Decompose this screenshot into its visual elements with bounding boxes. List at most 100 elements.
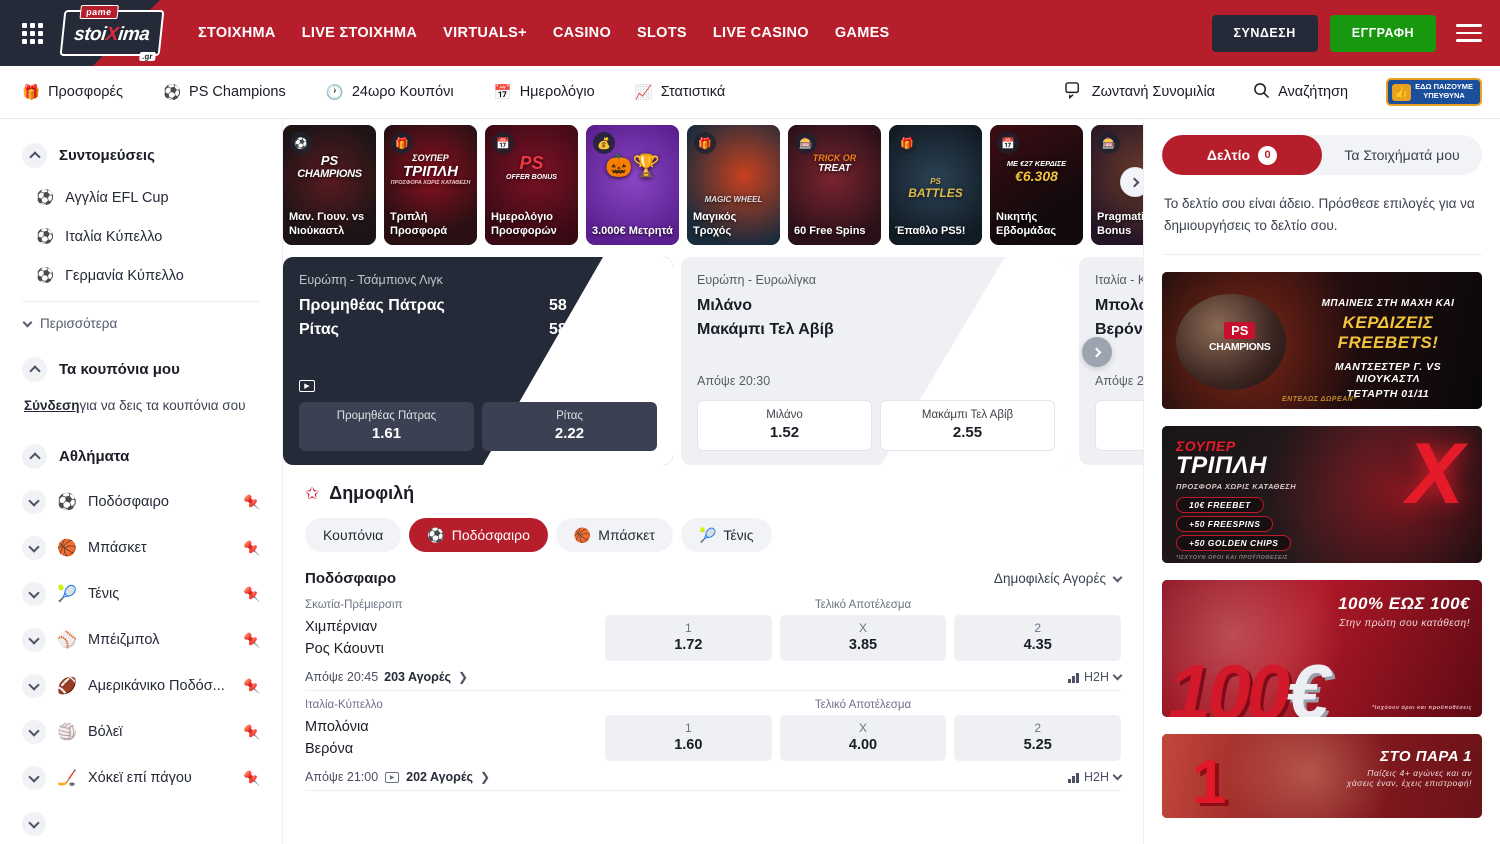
h2h-button[interactable]: H2H [1068, 770, 1121, 784]
pin-icon[interactable]: 📌 [243, 586, 260, 603]
coupons-login-link[interactable]: Σύνδεση [24, 398, 80, 413]
promo-card[interactable]: 📅 PSOFFER BONUS Ημερολόγιο Προσφορών [485, 125, 578, 245]
search-button[interactable]: Αναζήτηση [1253, 82, 1348, 103]
sidebar-item-volleyball[interactable]: 🏐 Βόλεϊ 📌 [22, 709, 260, 755]
sidebar-item-basketball[interactable]: 🏀 Μπάσκετ 📌 [22, 525, 260, 571]
tab-football[interactable]: ⚽ Ποδόσφαιρο [409, 518, 548, 552]
sidebar-item-italy-cup[interactable]: ⚽ Ιταλία Κύπελλο [22, 217, 260, 256]
promo-carousel-next-button[interactable] [1120, 167, 1143, 197]
odds-button-1[interactable]: 1 1.72 [605, 615, 772, 661]
subnav-item-offers[interactable]: 🎁 Προσφορές [22, 84, 123, 101]
tab-my-bets[interactable]: Τα Στοιχήματά μου [1322, 135, 1482, 175]
sidebar-section-shortcuts[interactable]: Συντομεύσεις [22, 143, 260, 168]
stats-bars-icon [1068, 772, 1079, 783]
chevron-down-icon[interactable] [22, 812, 46, 836]
responsible-gaming-badge[interactable]: 👍 ΕΔΩ ΠΑΙΖΟΥΜΕ ΥΠΕΥΘΥΝΑ [1386, 78, 1482, 105]
pin-icon[interactable]: 📌 [243, 494, 260, 511]
tab-betslip[interactable]: Δελτίο 0 [1162, 135, 1322, 175]
promo-card[interactable]: ⚽ PSCHAMPIONS Μαν. Γιουν. vs Νιούκαστλ [283, 125, 376, 245]
chevron-down-icon[interactable] [22, 720, 46, 744]
odds-button[interactable]: Μιλάνο 1.52 [697, 400, 872, 451]
hamburger-menu-icon[interactable] [1456, 24, 1482, 42]
sidebar-item-efl-cup[interactable]: ⚽ Αγγλία EFL Cup [22, 178, 260, 217]
promo-card[interactable]: 🎁 MAGIC WHEEL Μαγικός Τροχός [687, 125, 780, 245]
sidebar-item-germany-cup[interactable]: ⚽ Γερμανία Κύπελλο [22, 256, 260, 295]
markets-selector[interactable]: Δημοφιλείς Αγορές [994, 571, 1121, 586]
pin-icon[interactable]: 📌 [243, 632, 260, 649]
sidebar-item-baseball[interactable]: ⚾ Μπέιζμπολ 📌 [22, 617, 260, 663]
nav-item-games[interactable]: GAMES [835, 25, 890, 41]
main-content: ⚽ PSCHAMPIONS Μαν. Γιουν. vs Νιούκαστλ 🎁… [283, 119, 1143, 844]
markets-count[interactable]: 203 Αγορές [384, 670, 451, 684]
odds-button-2[interactable]: 2 4.35 [954, 615, 1121, 661]
odds-button[interactable]: Μακάμπι Τελ Αβίβ 2.55 [880, 400, 1055, 451]
subnav-item-24h-coupon[interactable]: 🕐 24ωρο Κουπόνι [326, 84, 454, 101]
subnav-item-ps-champions[interactable]: ⚽ PS Champions [163, 84, 286, 101]
site-logo[interactable]: pame stoiXima .gr [60, 7, 164, 59]
banner-first-deposit-100[interactable]: 100€ 100% ΕΩΣ 100€ Στην πρώτη σου κατάθε… [1162, 580, 1482, 717]
markets-count[interactable]: 202 Αγορές [406, 770, 473, 784]
nav-item-stoixima[interactable]: ΣΤΟΙΧΗΜΑ [198, 25, 276, 41]
match-row[interactable]: Σκωτία-Πρέμιερσιπ Χιμπέρνιαν Ρος Κάουντι… [305, 591, 1121, 691]
odds-button[interactable]: Ρίτας 2.22 [482, 402, 657, 451]
odds-button[interactable]: Προμηθέας Πάτρας 1.61 [299, 402, 474, 451]
h2h-button[interactable]: H2H [1068, 670, 1121, 684]
promo-card[interactable]: 🎰 TRICK ORTREAT 60 Free Spins [788, 125, 881, 245]
banner-line-3: ΠΡΟΣΦΟΡΑ ΧΩΡΙΣ ΚΑΤΑΘΕΣΗ [1176, 482, 1296, 491]
odds-button-x[interactable]: X 4.00 [780, 715, 947, 761]
chevron-down-icon[interactable] [22, 490, 46, 514]
odds-button-1[interactable]: 1 1.60 [605, 715, 772, 761]
banner-sto-para-1[interactable]: 1 ΣΤΟ ΠΑΡΑ 1 Παίζεις 4+ αγώνες και αν χά… [1162, 734, 1482, 818]
pin-icon[interactable]: 📌 [243, 770, 260, 787]
banner-super-tripli[interactable]: X ΣΟΥΠΕΡ ΤΡΙΠΛΗ ΠΡΟΣΦΟΡΑ ΧΩΡΙΣ ΚΑΤΑΘΕΣΗ … [1162, 426, 1482, 563]
sidebar-item-ice-hockey[interactable]: 🏒 Χόκεϊ επί πάγου 📌 [22, 755, 260, 801]
promo-card[interactable]: 📅 ΜΕ €27 ΚΕΡΔΙΣΕ€6.308 Νικητής Εβδομάδας [990, 125, 1083, 245]
chevron-right-icon[interactable]: ❯ [480, 770, 490, 784]
pin-icon[interactable]: 📌 [243, 540, 260, 557]
sidebar-section-sports[interactable]: Αθλήματα [22, 444, 260, 469]
tab-coupons[interactable]: Κουπόνια [305, 518, 401, 552]
sidebar-more-button[interactable]: Περισσότερα [22, 308, 260, 339]
sidebar-item-football[interactable]: ⚽ Ποδόσφαιρο 📌 [22, 479, 260, 525]
clock-icon: 🕐 [326, 84, 344, 101]
promo-card[interactable]: 🎁 ΣΟΥΠΕΡΤΡΙΠΛΗΠΡΟΣΦΟΡΑ ΧΩΡΙΣ ΚΑΤΑΘΕΣΗ Τρ… [384, 125, 477, 245]
featured-match-card[interactable]: Ευρώπη - Ευρωλίγκα Μιλάνο Μακάμπι Τελ Αβ… [681, 257, 1071, 465]
match-time: Απόψε 20:45 [305, 670, 378, 684]
register-button[interactable]: ΕΓΓΡΑΦΗ [1330, 15, 1436, 52]
live-stream-icon[interactable]: ▶ [385, 772, 399, 783]
pin-icon[interactable]: 📌 [243, 724, 260, 741]
live-chat-button[interactable]: Ζωντανή Συνομιλία [1065, 82, 1215, 103]
apps-grid-icon[interactable] [10, 23, 54, 44]
banner-ps-champions-freebets[interactable]: PS CHAMPIONS ΜΠΑΙΝΕΙΣ ΣΤΗ ΜΑΧΗ ΚΑΙ ΚΕΡΔΙ… [1162, 272, 1482, 409]
promo-card[interactable]: 🎁 PSBATTLES Έπαθλο PS5! [889, 125, 982, 245]
chevron-down-icon[interactable] [22, 628, 46, 652]
chevron-down-icon[interactable] [22, 536, 46, 560]
chevron-right-icon[interactable]: ❯ [458, 670, 468, 684]
featured-carousel-next-button[interactable] [1082, 337, 1112, 367]
chevron-down-icon[interactable] [22, 582, 46, 606]
tab-basketball[interactable]: 🏀 Μπάσκετ [556, 518, 673, 552]
login-button[interactable]: ΣΥΝΔΕΣΗ [1212, 15, 1318, 52]
sidebar-item-next[interactable] [22, 801, 260, 844]
nav-item-live-stoixima[interactable]: LIVE ΣΤΟΙΧΗΜΑ [302, 25, 417, 41]
odds-button-2[interactable]: 2 5.25 [954, 715, 1121, 761]
featured-match-card[interactable]: Ευρώπη - Τσάμπιονς Λιγκ Προμηθέας Πάτρας… [283, 257, 673, 465]
odds-button-x[interactable]: X 3.85 [780, 615, 947, 661]
nav-item-live-casino[interactable]: LIVE CASINO [713, 25, 809, 41]
sidebar-item-tennis[interactable]: 🎾 Τένις 📌 [22, 571, 260, 617]
live-stream-icon[interactable]: ▶ [299, 380, 315, 392]
match-row[interactable]: Ιταλία-Κύπελλο Μπολόνια Βερόνα Τελικό Απ… [305, 691, 1121, 791]
nav-item-casino[interactable]: CASINO [553, 25, 611, 41]
subnav-item-statistics[interactable]: 📈 Στατιστικά [635, 84, 726, 101]
tab-tennis[interactable]: 🎾 Τένις [681, 518, 772, 552]
odds-button[interactable]: 1 1.60 [1095, 400, 1143, 451]
subnav-item-calendar[interactable]: 📅 Ημερολόγιο [494, 84, 595, 101]
promo-card[interactable]: 💰 🎃🏆 3.000€ Μετρητά [586, 125, 679, 245]
chevron-down-icon[interactable] [22, 674, 46, 698]
nav-item-slots[interactable]: SLOTS [637, 25, 687, 41]
chevron-down-icon[interactable] [22, 766, 46, 790]
pin-icon[interactable]: 📌 [243, 678, 260, 695]
nav-item-virtuals[interactable]: VIRTUALS+ [443, 25, 527, 41]
sidebar-section-my-coupons[interactable]: Τα κουπόνια μου [22, 357, 260, 382]
sidebar-item-american-football[interactable]: 🏈 Αμερικάνικο Ποδόσ... 📌 [22, 663, 260, 709]
